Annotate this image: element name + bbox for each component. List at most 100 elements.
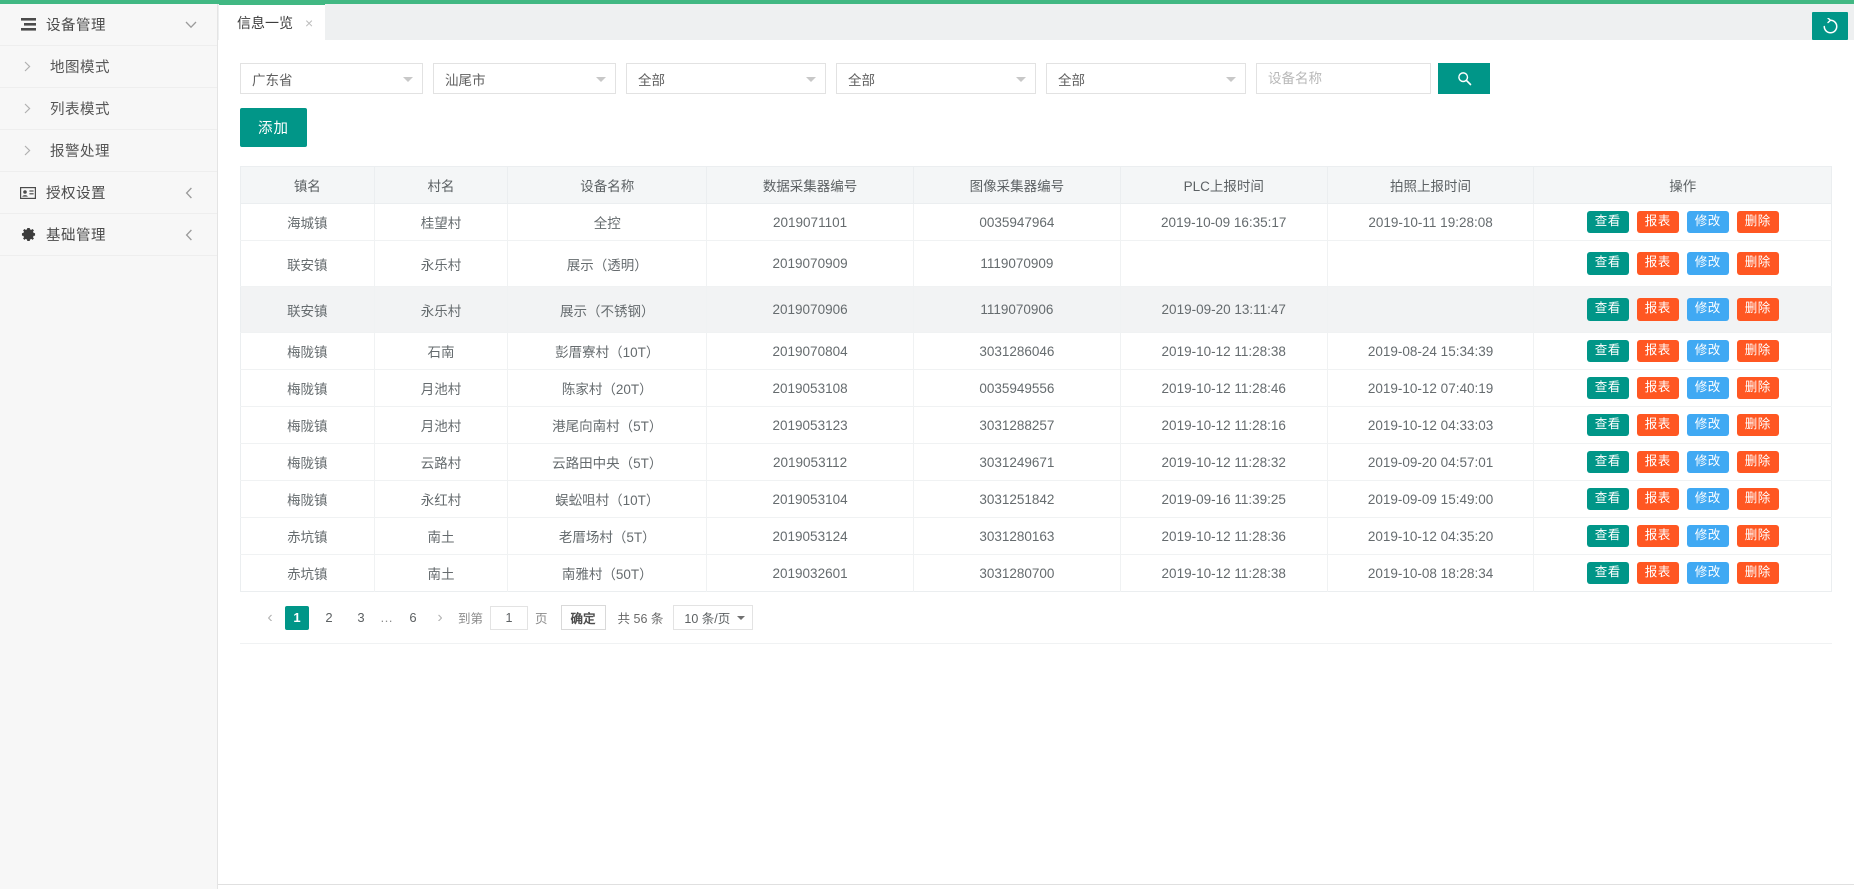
add-button[interactable]: 添加 <box>240 108 307 147</box>
town-select[interactable]: 全部 <box>626 63 826 94</box>
cell-data-collector: 2019053108 <box>707 370 914 407</box>
cell-device-name: 港尾向南村（5T） <box>508 407 707 444</box>
cell-device-name: 展示（不锈钢） <box>508 287 707 333</box>
action-button-group: 查看报表修改删除 <box>1538 488 1827 511</box>
tab-info-overview[interactable]: 信息一览 × <box>219 3 325 40</box>
cell-image-collector: 3031280700 <box>913 555 1120 592</box>
confirm-page-button[interactable]: 确定 <box>561 605 606 630</box>
edit-button[interactable]: 修改 <box>1687 451 1729 474</box>
view-button[interactable]: 查看 <box>1587 451 1629 474</box>
view-button[interactable]: 查看 <box>1587 377 1629 400</box>
sidebar-item-device-management[interactable]: 设备管理 <box>0 4 217 46</box>
filter-bar: 广东省 汕尾市 全部 全部 <box>218 41 1854 94</box>
cell-village: 月池村 <box>374 407 508 444</box>
search-input[interactable] <box>1256 63 1431 94</box>
edit-button[interactable]: 修改 <box>1687 414 1729 437</box>
page-number-1[interactable]: 1 <box>285 606 309 630</box>
view-button[interactable]: 查看 <box>1587 252 1629 275</box>
view-button[interactable]: 查看 <box>1587 298 1629 321</box>
edit-button[interactable]: 修改 <box>1687 211 1729 234</box>
edit-button[interactable]: 修改 <box>1687 340 1729 363</box>
app-window: 设备管理 地图模式 列表模式 <box>0 0 1854 889</box>
edit-button[interactable]: 修改 <box>1687 525 1729 548</box>
delete-button[interactable]: 删除 <box>1737 340 1779 363</box>
view-button[interactable]: 查看 <box>1587 340 1629 363</box>
table-row[interactable]: 梅陇镇石南彭厝寮村（10T）201907080430312860462019-1… <box>241 333 1832 370</box>
page-size-select[interactable]: 10 条/页 <box>673 605 753 630</box>
delete-button[interactable]: 删除 <box>1737 252 1779 275</box>
column-header-plc-time: PLC上报时间 <box>1120 167 1327 204</box>
village-select[interactable]: 全部 <box>836 63 1036 94</box>
edit-button[interactable]: 修改 <box>1687 252 1729 275</box>
table-row[interactable]: 梅陇镇月池村港尾向南村（5T）201905312330312882572019-… <box>241 407 1832 444</box>
table-row[interactable]: 联安镇永乐村展示（透明）20190709091119070909查看报表修改删除 <box>241 241 1832 287</box>
report-button[interactable]: 报表 <box>1637 414 1679 437</box>
chevron-down-icon[interactable] <box>185 21 199 29</box>
report-button[interactable]: 报表 <box>1637 562 1679 585</box>
cell-town: 梅陇镇 <box>241 333 375 370</box>
report-button[interactable]: 报表 <box>1637 488 1679 511</box>
refresh-button[interactable] <box>1812 12 1848 40</box>
table-row[interactable]: 梅陇镇永红村蜈蚣咀村（10T）201905310430312518422019-… <box>241 481 1832 518</box>
edit-button[interactable]: 修改 <box>1687 488 1729 511</box>
table-row[interactable]: 联安镇永乐村展示（不锈钢）201907090611190709062019-09… <box>241 287 1832 333</box>
status-select[interactable]: 全部 <box>1046 63 1246 94</box>
page-number-3[interactable]: 3 <box>349 606 373 630</box>
delete-button[interactable]: 删除 <box>1737 562 1779 585</box>
delete-button[interactable]: 删除 <box>1737 377 1779 400</box>
sidebar-item-alarm-handling[interactable]: 报警处理 <box>0 130 217 172</box>
cell-data-collector: 2019070906 <box>707 287 914 333</box>
edit-button[interactable]: 修改 <box>1687 377 1729 400</box>
table-row[interactable]: 赤坑镇南土南雅村（50T）201903260130312807002019-10… <box>241 555 1832 592</box>
edit-button[interactable]: 修改 <box>1687 562 1729 585</box>
sidebar-item-authorization-settings[interactable]: 授权设置 <box>0 172 217 214</box>
cell-plc-time: 2019-10-12 11:28:36 <box>1120 518 1327 555</box>
chevron-down-icon <box>596 77 606 82</box>
delete-button[interactable]: 删除 <box>1737 414 1779 437</box>
gear-icon <box>18 227 38 242</box>
sidebar-item-map-mode[interactable]: 地图模式 <box>0 46 217 88</box>
table-row[interactable]: 梅陇镇月池村陈家村（20T）201905310800359495562019-1… <box>241 370 1832 407</box>
next-page-button[interactable]: › <box>429 610 451 626</box>
chevron-left-icon[interactable] <box>185 187 199 199</box>
view-button[interactable]: 查看 <box>1587 211 1629 234</box>
table-row[interactable]: 赤坑镇南土老厝场村（5T）201905312430312801632019-10… <box>241 518 1832 555</box>
cell-village: 永乐村 <box>374 241 508 287</box>
table-row[interactable]: 梅陇镇云路村云路田中央（5T）201905311230312496712019-… <box>241 444 1832 481</box>
report-button[interactable]: 报表 <box>1637 298 1679 321</box>
search-button[interactable] <box>1438 63 1490 94</box>
report-button[interactable]: 报表 <box>1637 340 1679 363</box>
cell-image-collector: 3031249671 <box>913 444 1120 481</box>
delete-button[interactable]: 删除 <box>1737 488 1779 511</box>
delete-button[interactable]: 删除 <box>1737 298 1779 321</box>
close-icon[interactable]: × <box>305 16 313 30</box>
cell-town: 赤坑镇 <box>241 518 375 555</box>
view-button[interactable]: 查看 <box>1587 488 1629 511</box>
view-button[interactable]: 查看 <box>1587 525 1629 548</box>
view-button[interactable]: 查看 <box>1587 562 1629 585</box>
delete-button[interactable]: 删除 <box>1737 451 1779 474</box>
action-bar: 添加 <box>218 94 1854 147</box>
delete-button[interactable]: 删除 <box>1737 211 1779 234</box>
sidebar-item-basic-management[interactable]: 基础管理 <box>0 214 217 256</box>
report-button[interactable]: 报表 <box>1637 525 1679 548</box>
goto-page-input[interactable] <box>490 606 528 630</box>
delete-button[interactable]: 删除 <box>1737 525 1779 548</box>
prev-page-button[interactable]: ‹ <box>259 610 281 626</box>
column-header-town: 镇名 <box>241 167 375 204</box>
report-button[interactable]: 报表 <box>1637 211 1679 234</box>
page-number-2[interactable]: 2 <box>317 606 341 630</box>
table-row[interactable]: 海城镇桂望村全控201907110100359479642019-10-09 1… <box>241 204 1832 241</box>
cell-operations: 查看报表修改删除 <box>1534 241 1832 287</box>
page-number-last[interactable]: 6 <box>401 606 425 630</box>
cell-operations: 查看报表修改删除 <box>1534 370 1832 407</box>
chevron-left-icon[interactable] <box>185 229 199 241</box>
sidebar-item-list-mode[interactable]: 列表模式 <box>0 88 217 130</box>
city-select[interactable]: 汕尾市 <box>433 63 616 94</box>
province-select[interactable]: 广东省 <box>240 63 423 94</box>
edit-button[interactable]: 修改 <box>1687 298 1729 321</box>
view-button[interactable]: 查看 <box>1587 414 1629 437</box>
report-button[interactable]: 报表 <box>1637 377 1679 400</box>
report-button[interactable]: 报表 <box>1637 451 1679 474</box>
report-button[interactable]: 报表 <box>1637 252 1679 275</box>
